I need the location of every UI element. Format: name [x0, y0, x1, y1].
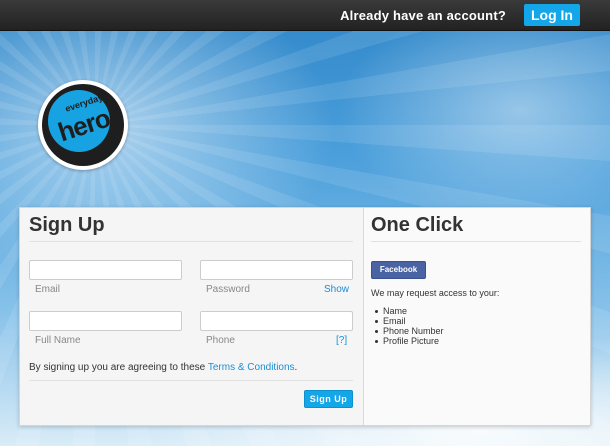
divider [29, 241, 353, 242]
list-item: Name [374, 306, 444, 316]
email-label: Email [35, 284, 61, 295]
show-password-link[interactable]: Show [324, 284, 349, 295]
signup-card: Sign Up Email Password Show Full Name Ph… [19, 207, 591, 426]
signup-panel: Sign Up Email Password Show Full Name Ph… [20, 208, 364, 425]
access-request-text: We may request access to your: [371, 288, 500, 298]
divider [371, 241, 581, 242]
password-field[interactable] [200, 260, 353, 280]
terms-notice: By signing up you are agreeing to these … [29, 362, 297, 373]
signup-title: Sign Up [29, 214, 105, 236]
phone-field[interactable] [200, 311, 353, 331]
phone-label: Phone [206, 335, 235, 346]
full-name-label: Full Name [35, 335, 81, 346]
everyday-hero-logo[interactable]: everyday hero [38, 80, 128, 170]
email-field[interactable] [29, 260, 182, 280]
full-name-field[interactable] [29, 311, 182, 331]
list-item: Phone Number [374, 326, 444, 336]
terms-prefix: By signing up you are agreeing to these [29, 362, 206, 373]
password-label: Password [206, 284, 250, 295]
divider [29, 380, 353, 381]
facebook-button[interactable]: Facebook [371, 261, 426, 279]
terms-suffix: . [294, 362, 298, 373]
top-bar: Already have an account? Log In [0, 0, 610, 31]
signup-button[interactable]: Sign Up [304, 390, 353, 408]
login-button[interactable]: Log In [524, 4, 580, 26]
terms-link[interactable]: Terms & Conditions [208, 362, 295, 373]
account-prompt: Already have an account? [340, 8, 506, 23]
list-item: Email [374, 316, 444, 326]
one-click-title: One Click [371, 214, 464, 236]
permission-list: Name Email Phone Number Profile Picture [374, 306, 444, 346]
one-click-panel: One Click Facebook We may request access… [364, 208, 590, 425]
phone-help-link[interactable]: [?] [336, 335, 347, 346]
list-item: Profile Picture [374, 336, 444, 346]
